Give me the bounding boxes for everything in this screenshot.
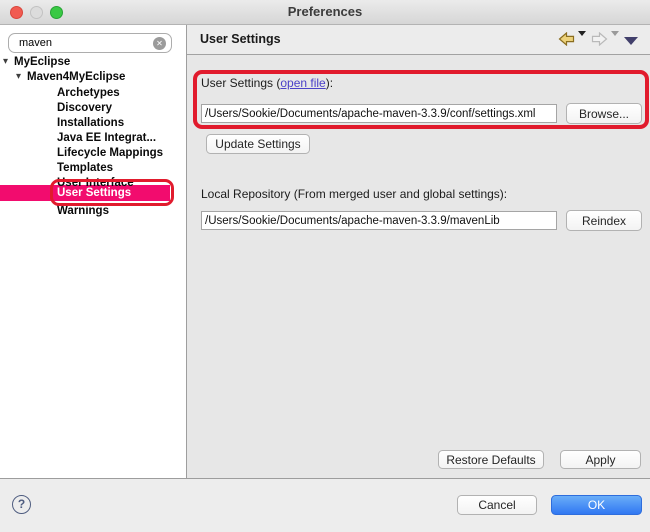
search-clear-icon[interactable]: ✕ (153, 37, 166, 50)
sidebar-item-myeclipse[interactable]: MyEclipse (14, 55, 70, 70)
sidebar-item-warnings[interactable]: Warnings (57, 204, 109, 219)
sidebar-item-installations[interactable]: Installations (57, 116, 124, 131)
user-settings-label: User Settings (open file): (201, 76, 333, 90)
update-settings-button[interactable]: Update Settings (206, 134, 310, 154)
titlebar: Preferences (0, 0, 650, 25)
sidebar: ✕ ▾ MyEclipse ▾ Maven4MyEclipse Archetyp… (0, 25, 187, 478)
user-settings-label-prefix: User Settings ( (201, 76, 280, 90)
panel-header: User Settings (187, 25, 650, 55)
user-settings-label-suffix: ): (326, 76, 333, 90)
user-settings-path-field[interactable] (201, 104, 557, 123)
disclosure-triangle-icon[interactable]: ▾ (3, 55, 8, 70)
local-repository-path-field[interactable] (201, 211, 557, 230)
search-input[interactable] (19, 35, 149, 51)
dialog-footer: ? Cancel OK (0, 478, 650, 532)
open-file-link[interactable]: open file (280, 76, 325, 90)
sidebar-item-java-ee-integration[interactable]: Java EE Integrat... (57, 131, 156, 146)
back-menu-caret-icon[interactable] (578, 31, 586, 36)
sidebar-item-user-settings[interactable]: User Settings (57, 186, 131, 201)
disclosure-triangle-icon[interactable]: ▾ (16, 70, 21, 85)
restore-defaults-button[interactable]: Restore Defaults (438, 450, 544, 469)
window-title: Preferences (0, 4, 650, 19)
filter-searchbox: ✕ (8, 33, 172, 53)
settings-panel: User Settings User Settings (open file):… (187, 25, 650, 478)
sidebar-item-maven4myeclipse[interactable]: Maven4MyEclipse (27, 70, 125, 85)
preferences-window: Preferences ✕ ▾ MyEclipse ▾ Maven4MyEcli… (0, 0, 650, 532)
page-title: User Settings (200, 32, 281, 46)
ok-button[interactable]: OK (551, 495, 642, 515)
browse-button[interactable]: Browse... (566, 103, 642, 124)
local-repository-label: Local Repository (From merged user and g… (201, 187, 507, 201)
sidebar-item-archetypes[interactable]: Archetypes (57, 86, 120, 101)
reindex-button[interactable]: Reindex (566, 210, 642, 231)
forward-button[interactable] (591, 32, 608, 48)
help-icon[interactable]: ? (12, 495, 31, 514)
view-menu-icon[interactable] (624, 37, 638, 45)
forward-menu-caret-icon (611, 31, 619, 36)
apply-button[interactable]: Apply (560, 450, 641, 469)
sidebar-item-lifecycle-mappings[interactable]: Lifecycle Mappings (57, 146, 163, 161)
back-arrow-icon (558, 32, 575, 46)
forward-arrow-icon (591, 32, 608, 46)
sidebar-item-discovery[interactable]: Discovery (57, 101, 112, 116)
back-button[interactable] (558, 32, 575, 48)
cancel-button[interactable]: Cancel (457, 495, 537, 515)
sidebar-item-templates[interactable]: Templates (57, 161, 113, 176)
